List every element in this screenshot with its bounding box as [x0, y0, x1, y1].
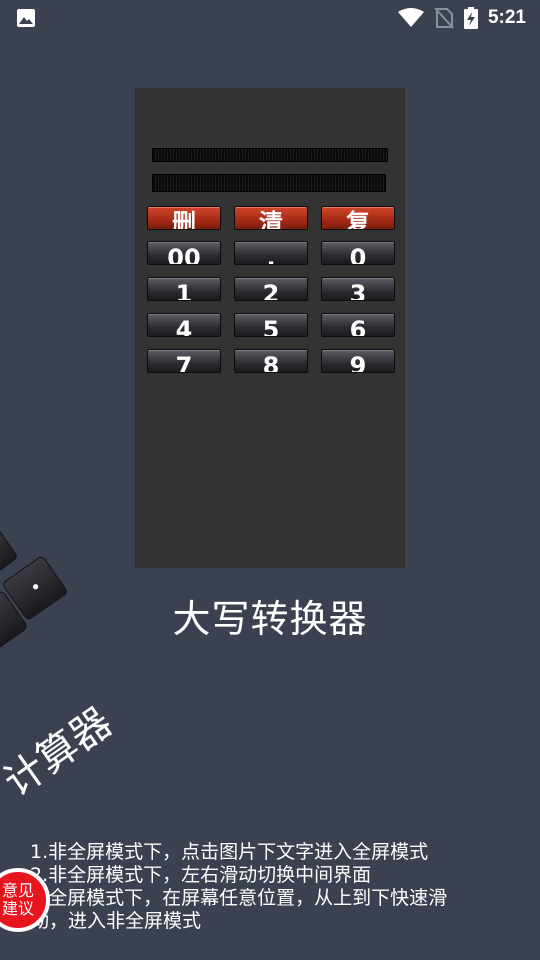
keypad-row: 00 . 0 [147, 241, 395, 265]
no-sim-icon [434, 7, 454, 29]
instruction-line: 动，进入非全屏模式 [30, 910, 202, 932]
preview-display-bottom [152, 174, 386, 192]
instruction-line: 3.全屏模式下，在屏幕任意位置，从上到下快速滑 [30, 887, 448, 909]
keypad-row: 1 2 3 [147, 277, 395, 301]
key-6: 6 [321, 313, 395, 337]
feedback-label-2: 建议 [1, 899, 34, 918]
key-5: 5 [234, 313, 308, 337]
key-9: 9 [321, 349, 395, 373]
wifi-icon [397, 8, 424, 27]
copy-key: 复 [321, 206, 395, 230]
keypad-row: 7 8 9 [147, 349, 395, 373]
app-title-link[interactable]: 大写转换器 [0, 588, 540, 643]
image-notification-icon [17, 9, 35, 27]
key-4: 4 [147, 313, 221, 337]
preview-display-top [152, 148, 388, 162]
key-0: 0 [321, 241, 395, 265]
keypad-row: 删 清 复 [147, 206, 395, 230]
key-7: 7 [147, 349, 221, 373]
key-2: 2 [234, 277, 308, 301]
feedback-label-1: 意见 [1, 881, 34, 900]
delete-key: 删 [147, 206, 221, 230]
status-bar: 5:21 [0, 0, 540, 36]
status-time: 5:21 [487, 7, 526, 28]
keypad-row: 4 5 6 [147, 313, 395, 337]
key-00: 00 [147, 241, 221, 265]
usage-instructions: 1.非全屏模式下，点击图片下文字进入全屏模式 2.非全屏模式下，左右滑动切换中间… [30, 841, 500, 933]
converter-preview-card[interactable]: 删 清 复 00 . 0 1 2 3 4 5 6 7 8 9 [135, 88, 405, 568]
key-dot: . [234, 241, 308, 265]
key-3: 3 [321, 277, 395, 301]
battery-charging-icon [463, 7, 478, 29]
instruction-line: 2.非全屏模式下，左右滑动切换中间界面 [30, 864, 372, 886]
clear-key: 清 [234, 206, 308, 230]
key-8: 8 [234, 349, 308, 373]
instruction-line: 1.非全屏模式下，点击图片下文字进入全屏模式 [30, 841, 429, 863]
key-1: 1 [147, 277, 221, 301]
